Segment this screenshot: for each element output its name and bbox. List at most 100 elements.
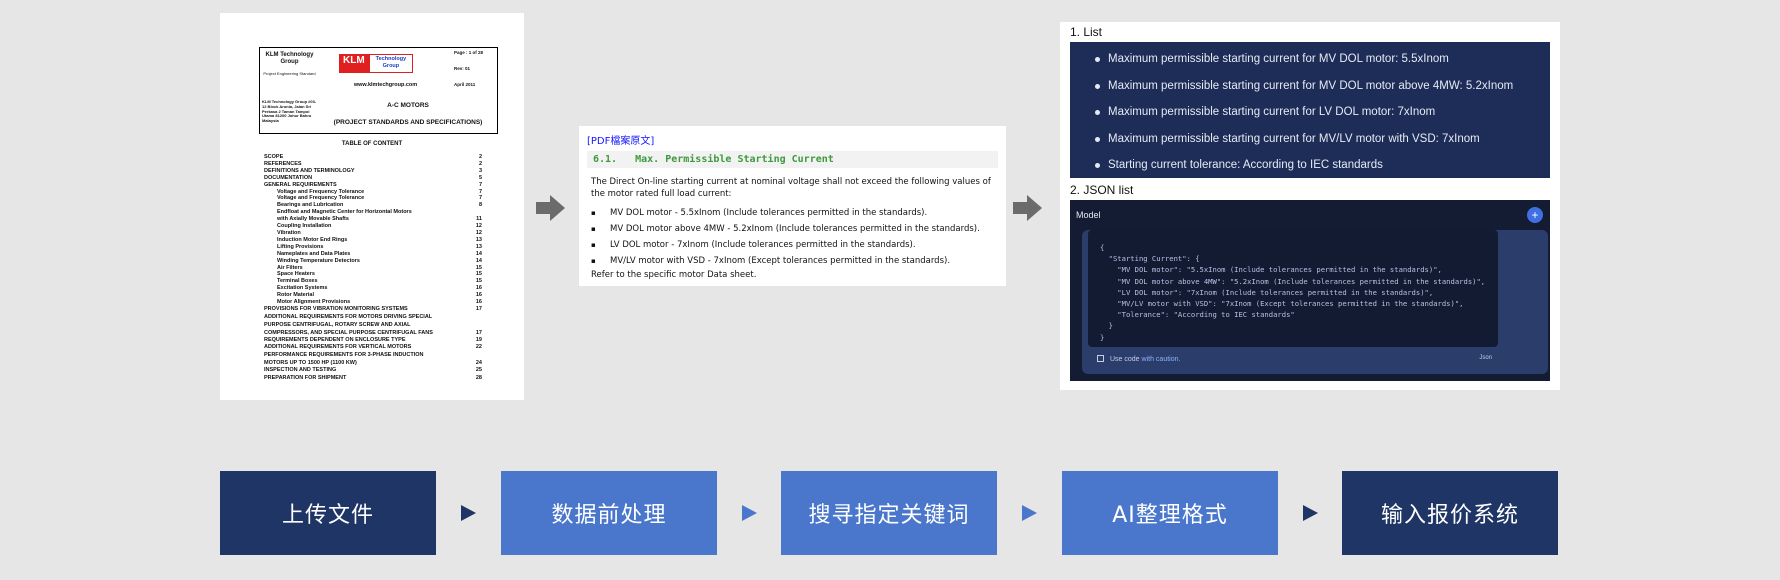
list-item: Maximum permissible starting current for…	[1070, 75, 1550, 102]
toc-entry-page: 16	[475, 285, 482, 292]
company-name: KLM Technology Group	[265, 52, 314, 66]
toc-entry-title: REFERENCES	[264, 160, 302, 167]
toc-entry-title: Bearings and Lubrication	[277, 202, 344, 209]
list-output: Maximum permissible starting current for…	[1070, 42, 1550, 178]
toc-entry-title: Voltage and Frequency Tolerance	[277, 195, 365, 202]
toc-entry-title: ADDITIONAL REQUIREMENTS FOR MOTORS DRIVI…	[264, 313, 433, 320]
code-line: "MV DOL motor": "5.5xInom (Include toler…	[1100, 265, 1442, 275]
toc-entry-title: PROVISIONS FOR VIBRATION MONITORING SYST…	[264, 305, 408, 312]
company-address: KLM Technology Group #03-12 Block Aronia…	[262, 99, 317, 124]
square-bullet-icon: ▪	[591, 225, 596, 233]
toc-entry: with Axially Movable Shafts 11	[264, 216, 482, 223]
toc-entry: DOCUMENTATION 5	[264, 175, 482, 182]
toc-entry-title: Induction Motor End Rings	[277, 236, 348, 243]
toc-entry-page: 14	[475, 250, 482, 257]
toc-entry: ADDITIONAL REQUIREMENTS FOR VERTICAL MOT…	[264, 344, 482, 351]
document-meta-cell: Page : 1 of 28 Rev: 01 April 2011	[452, 48, 497, 98]
toc-entry-title: Endfloat and Magnetic Center for Horizon…	[277, 209, 412, 216]
source-document: KLM Technology Group Project Engineering…	[220, 13, 524, 400]
pdf-requirement-list: ▪ MV DOL motor - 5.5xInom (Include tolera…	[587, 205, 998, 269]
toc-entry-page: 25	[475, 367, 482, 374]
arrow-right-icon	[1013, 193, 1043, 223]
list-item: ▪ MV DOL motor - 5.5xInom (Include tolera…	[591, 205, 998, 221]
list-item: Maximum permissible starting current for…	[1070, 48, 1550, 75]
copy-icon[interactable]	[1097, 355, 1104, 362]
code-block-footer: Use code with caution. Json	[1097, 355, 1492, 367]
toc-entry-page: 8	[478, 202, 482, 209]
logo-cell: KLM Technology Group www.klmtechgroup.co…	[319, 48, 452, 98]
pdf-excerpt: [PDF檔案原文] 6.1. Max. Permissible Starting …	[579, 126, 1006, 286]
toc-entry-title: Nameplates and Data Plates	[277, 250, 351, 257]
list-item: Maximum permissible starting current for…	[1070, 101, 1550, 128]
caution-link[interactable]: with caution.	[1142, 356, 1181, 363]
model-label: Model	[1076, 210, 1101, 220]
toc-entry-page: 12	[475, 229, 482, 236]
toc-entry: ADDITIONAL REQUIREMENTS FOR MOTORS DRIVI…	[264, 314, 482, 321]
toc-entry-page: 13	[475, 243, 482, 250]
toc-entry-title: GENERAL REQUIREMENTS	[264, 181, 337, 188]
document-header-table: KLM Technology Group Project Engineering…	[259, 47, 498, 134]
flow-arrow-icon	[1303, 505, 1318, 521]
toc-entry-page: 16	[475, 299, 482, 306]
toc-entry: Motor Alignment Provisions 16	[264, 299, 482, 306]
toc-entry-title: DEFINITIONS AND TERMINOLOGY	[264, 167, 355, 174]
list-item: ▪ LV DOL motor - 7xInom (Include toleranc…	[591, 237, 998, 253]
toc-entry: REQUIREMENTS DEPENDENT ON ENCLOSURE TYPE…	[264, 337, 482, 344]
pdf-intro-text: The Direct On-line starting current at n…	[591, 177, 991, 199]
toc-entry: COMPRESSORS, AND SPECIAL PURPOSE CENTRIF…	[264, 330, 482, 337]
toc-entry-title: REQUIREMENTS DEPENDENT ON ENCLOSURE TYPE	[264, 336, 406, 343]
list-item: Starting current tolerance: According to…	[1070, 154, 1550, 181]
toc-entry: Induction Motor End Rings 13	[264, 237, 482, 244]
toc-entry: MOTORS UP TO 1500 HP (1100 KW) 24	[264, 360, 482, 367]
code-block-container: { "Starting Current": { "MV DOL motor": …	[1082, 230, 1548, 374]
section-number: 6.1.	[593, 154, 618, 165]
toc-entry-title: ADDITIONAL REQUIREMENTS FOR VERTICAL MOT…	[264, 344, 412, 351]
toc-entry-title: MOTORS UP TO 1500 HP (1100 KW)	[264, 360, 357, 367]
json-section-label: 2. JSON list	[1070, 183, 1134, 197]
toc-entry: Space Heaters 15	[264, 271, 482, 278]
toc-entry-title: Vibration	[277, 229, 301, 236]
table-of-contents: SCOPE 2 REFERENCES 2 DEFINITIONS AND TERMINO…	[264, 154, 482, 382]
code-line: }	[1100, 321, 1113, 331]
toc-entry-page: 7	[478, 195, 482, 202]
toc-entry-page: 2	[478, 160, 482, 167]
list-item: Maximum permissible starting current for…	[1070, 128, 1550, 155]
step-preprocess-data: 数据前处理	[501, 471, 717, 555]
toc-entry-title: Terminal Boxes	[277, 278, 318, 285]
toc-entry-title: DOCUMENTATION	[264, 174, 313, 181]
toc-entry-title: Air Filters	[277, 264, 303, 271]
logo-klm: KLM	[339, 54, 369, 73]
step-upload-file: 上传文件	[220, 471, 436, 555]
company-subtitle: Project Engineering Standard	[263, 71, 316, 77]
code-language: Json	[1479, 355, 1492, 361]
toc-entry: PURPOSE CENTRIFUGAL, ROTARY SCREW AND AX…	[264, 322, 482, 329]
toc-entry: Air Filters 15	[264, 265, 482, 272]
pdf-section-heading: 6.1. Max. Permissible Starting Current	[587, 151, 998, 168]
toc-entry: Rotor Material 16	[264, 292, 482, 299]
toc-entry-page: 17	[475, 329, 482, 336]
plus-icon[interactable]: +	[1527, 207, 1543, 223]
toc-heading: TABLE OF CONTENT	[341, 141, 403, 147]
pdf-source-label: [PDF檔案原文]	[587, 136, 655, 147]
toc-entry: GENERAL REQUIREMENTS 7	[264, 182, 482, 189]
toc-entry-title: Voltage and Frequency Tolerance	[277, 188, 365, 195]
step-ai-format: AI整理格式	[1062, 471, 1278, 555]
toc-entry: PERFORMANCE REQUIREMENTS FOR 3-PHASE IND…	[264, 352, 482, 359]
toc-entry-page: 28	[475, 375, 482, 382]
toc-entry-title: Lifting Provisions	[277, 243, 324, 250]
toc-entry-title: INSPECTION AND TESTING	[264, 367, 337, 374]
toc-entry-title: PURPOSE CENTRIFUGAL, ROTARY SCREW AND AX…	[264, 321, 411, 328]
code-line: {	[1100, 243, 1105, 252]
square-bullet-icon: ▪	[591, 209, 596, 217]
company-logo: KLM Technology Group	[339, 54, 414, 73]
logo-tech-group: Technology Group	[368, 54, 414, 73]
toc-entry: Coupling Installation 12	[264, 223, 482, 230]
toc-entry-title: with Axially Movable Shafts	[277, 216, 349, 223]
document-subtitle: (PROJECT STANDARDS AND SPECIFICATIONS)	[333, 118, 483, 126]
toc-entry-title: Rotor Material	[277, 292, 314, 299]
toc-entry-title: PERFORMANCE REQUIREMENTS FOR 3-PHASE IND…	[264, 352, 424, 359]
toc-entry: Voltage and Frequency Tolerance 7	[264, 195, 482, 202]
toc-entry: Endfloat and Magnetic Center for Horizon…	[264, 209, 482, 216]
arrow-right-icon	[536, 193, 566, 223]
code-line: "Tolerance": "According to IEC standards…	[1100, 310, 1295, 320]
